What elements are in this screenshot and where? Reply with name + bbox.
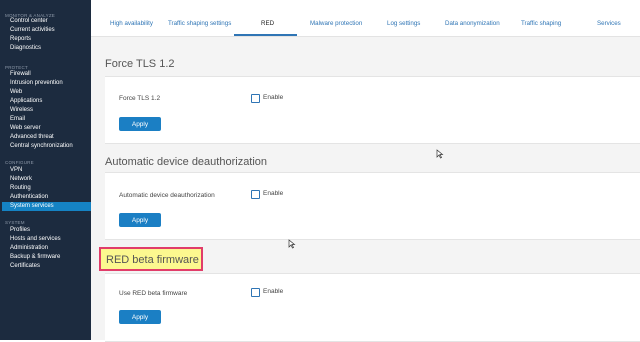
tab-malware-protection[interactable]: Malware protection <box>310 20 362 27</box>
sidebar-item-network[interactable]: Network <box>10 175 32 184</box>
tab-data-anonymization[interactable]: Data anonymization <box>445 20 500 27</box>
sidebar-item-control-center[interactable]: Control center <box>10 17 48 26</box>
sidebar-item-administration[interactable]: Administration <box>10 244 48 253</box>
sidebar: MONITOR & ANALYZE Control center Current… <box>0 0 91 340</box>
panel-red-beta-firmware: Use RED beta firmware Enable Apply <box>105 273 640 342</box>
sidebar-item-email[interactable]: Email <box>10 115 25 124</box>
force-tls-apply-button[interactable]: Apply <box>119 117 161 131</box>
section-title-auto-deauth: Automatic device deauthorization <box>105 156 268 168</box>
sidebar-item-diagnostics[interactable]: Diagnostics <box>10 44 41 53</box>
force-tls-checkbox[interactable] <box>251 94 260 103</box>
sidebar-item-firewall[interactable]: Firewall <box>10 70 31 79</box>
red-beta-firmware-checkbox[interactable] <box>251 288 260 297</box>
panel-force-tls: Force TLS 1.2 Enable Apply <box>105 76 640 144</box>
red-beta-firmware-enable-label[interactable]: Enable <box>263 288 283 295</box>
sidebar-item-reports[interactable]: Reports <box>10 35 31 44</box>
red-beta-firmware-apply-button[interactable]: Apply <box>119 310 161 324</box>
sidebar-item-web[interactable]: Web <box>10 88 22 97</box>
auto-deauth-enable-label[interactable]: Enable <box>263 190 283 197</box>
tab-traffic-shaping-settings[interactable]: Traffic shaping settings <box>168 20 231 27</box>
auto-deauth-label: Automatic device deauthorization <box>119 192 215 199</box>
section-title-force-tls: Force TLS 1.2 <box>105 58 175 70</box>
active-tab-indicator <box>234 34 297 36</box>
sidebar-item-profiles[interactable]: Profiles <box>10 226 30 235</box>
force-tls-enable-label[interactable]: Enable <box>263 94 283 101</box>
tab-traffic-shaping[interactable]: Traffic shaping <box>521 20 561 27</box>
red-beta-firmware-label: Use RED beta firmware <box>119 290 188 297</box>
sidebar-group-header-configure: CONFIGURE <box>5 160 34 165</box>
section-title-red-beta-firmware: RED beta firmware <box>106 254 199 266</box>
sidebar-item-applications[interactable]: Applications <box>10 97 42 106</box>
sidebar-item-wireless[interactable]: Wireless <box>10 106 33 115</box>
sidebar-group-header-system: SYSTEM <box>5 220 25 225</box>
auto-deauth-checkbox[interactable] <box>251 190 260 199</box>
sidebar-item-advanced-threat[interactable]: Advanced threat <box>10 133 54 142</box>
sidebar-item-hosts-and-services[interactable]: Hosts and services <box>10 235 61 244</box>
mouse-pointer-icon <box>288 239 296 249</box>
sidebar-item-system-services[interactable]: System services <box>2 202 91 211</box>
red-beta-firmware-highlight: RED beta firmware <box>99 247 203 271</box>
sidebar-item-backup-firmware[interactable]: Backup & firmware <box>10 253 60 262</box>
force-tls-label: Force TLS 1.2 <box>119 95 161 102</box>
tab-high-availability[interactable]: High availability <box>110 20 153 27</box>
main-content: Force TLS 1.2 Force TLS 1.2 Enable Apply… <box>91 37 640 342</box>
sidebar-item-vpn[interactable]: VPN <box>10 166 22 175</box>
tab-bar: High availability Traffic shaping settin… <box>91 0 640 37</box>
sidebar-item-certificates[interactable]: Certificates <box>10 262 40 271</box>
tab-services[interactable]: Services <box>597 20 621 27</box>
tab-red[interactable]: RED <box>261 20 274 27</box>
sidebar-item-web-server[interactable]: Web server <box>10 124 41 133</box>
sidebar-item-central-synchronization[interactable]: Central synchronization <box>10 142 73 151</box>
sidebar-item-authentication[interactable]: Authentication <box>10 193 48 202</box>
panel-auto-deauth: Automatic device deauthorization Enable … <box>105 172 640 240</box>
sidebar-item-intrusion-prevention[interactable]: Intrusion prevention <box>10 79 63 88</box>
sidebar-item-current-activities[interactable]: Current activities <box>10 26 55 35</box>
auto-deauth-apply-button[interactable]: Apply <box>119 213 161 227</box>
tab-log-settings[interactable]: Log settings <box>387 20 420 27</box>
sidebar-item-routing[interactable]: Routing <box>10 184 31 193</box>
mouse-pointer-icon <box>436 149 444 159</box>
